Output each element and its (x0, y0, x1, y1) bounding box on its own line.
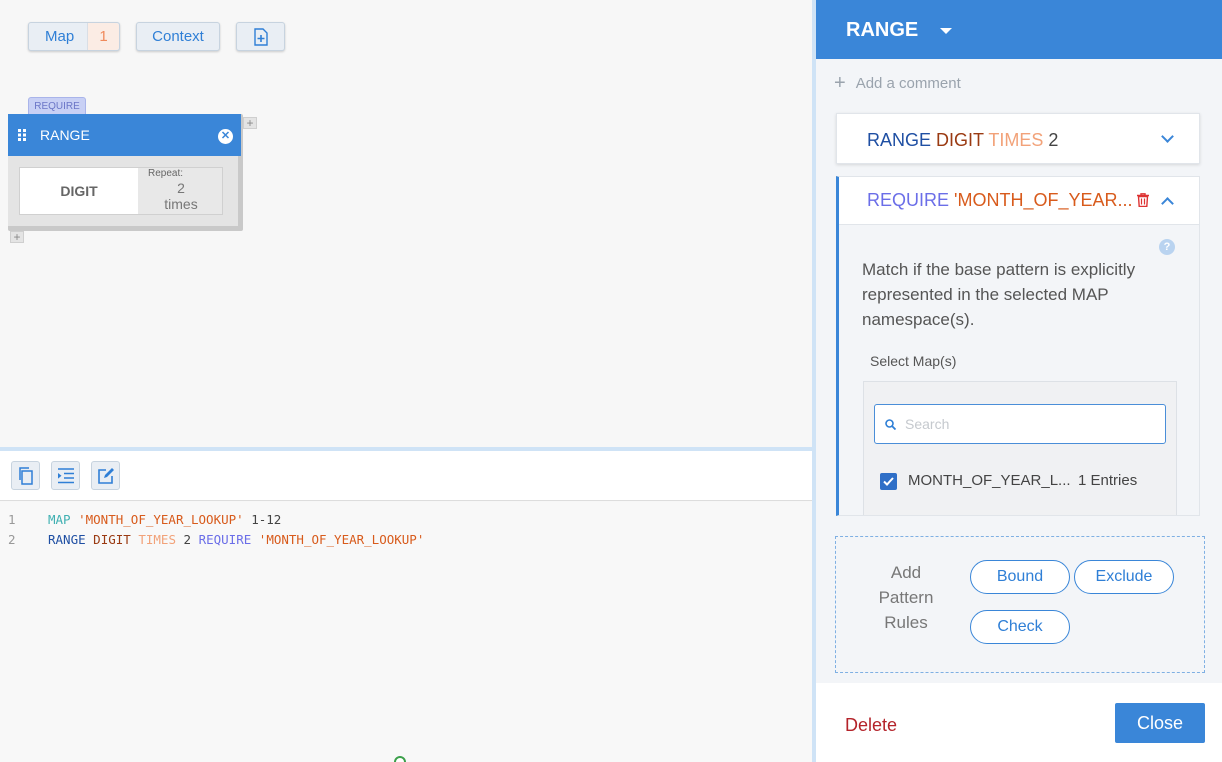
add-comment-label: Add a comment (855, 74, 961, 92)
add-file-button[interactable] (236, 22, 285, 51)
line-number: 2 (8, 532, 16, 547)
status-indicator (394, 756, 406, 762)
rule-keyword: TIMES (988, 130, 1044, 150)
map-selector: MONTH_OF_YEAR_L... 1 Entries (863, 381, 1177, 515)
require-rule-header[interactable]: REQUIRE 'MONTH_OF_YEAR... (839, 177, 1199, 225)
close-icon[interactable]: ✕ (218, 129, 233, 144)
rule-description: Match if the base pattern is explicitly … (862, 260, 1136, 329)
map-button-label: Map (45, 28, 75, 45)
rule-keyword: RANGE (867, 130, 932, 150)
search-field[interactable] (874, 404, 1166, 444)
map-name: MONTH_OF_YEAR_L... (908, 472, 1071, 489)
search-input[interactable] (905, 414, 1155, 434)
panel-header[interactable]: RANGE (816, 0, 1222, 59)
range-block-header: RANGE ✕ (8, 114, 241, 156)
panel-title: RANGE (846, 19, 919, 41)
help-icon[interactable]: ? (1159, 239, 1175, 255)
copy-icon (18, 466, 33, 485)
code-token: RANGE (48, 532, 86, 547)
repeat-count: 2 (177, 180, 185, 196)
require-tag[interactable]: REQUIRE (28, 97, 86, 115)
add-after-icon[interactable]: + (243, 117, 257, 129)
indent-icon (57, 467, 74, 483)
delete-button[interactable]: Delete (845, 715, 897, 736)
chevron-up-icon[interactable] (1161, 197, 1174, 210)
select-maps-label: Select Map(s) (870, 353, 957, 369)
code-token: DIGIT (93, 532, 131, 547)
code-token: TIMES (138, 532, 176, 547)
rule-value: 'MONTH_OF_YEAR... (954, 190, 1133, 210)
repeat-unit: times (164, 196, 198, 212)
context-button[interactable]: Context (136, 22, 220, 51)
range-block-title: RANGE (40, 127, 90, 143)
chevron-down-icon[interactable] (1161, 130, 1174, 143)
range-block-body: DIGIT Repeat: 2 times (19, 167, 223, 215)
drag-handle-icon[interactable] (18, 129, 26, 141)
line-number: 1 (8, 512, 16, 527)
repeat-value[interactable]: 2 times (148, 180, 214, 212)
map-checkbox[interactable] (880, 473, 897, 490)
edit-button[interactable] (91, 461, 120, 490)
map-button[interactable]: Map 1 (28, 22, 120, 51)
add-comment-link[interactable]: + Add a comment (834, 72, 961, 94)
search-icon (885, 419, 896, 430)
repeat-label: Repeat: (148, 168, 184, 179)
code-token: 2 (183, 532, 192, 547)
code-token: 'MONTH_OF_YEAR_LOOKUP' (78, 512, 244, 527)
rule-keyword: REQUIRE (867, 190, 950, 210)
add-pattern-rules: Add Pattern Rules Bound Exclude Check (835, 536, 1205, 673)
code-token: REQUIRE (198, 532, 252, 547)
code-line: 1 MAP 'MONTH_OF_YEAR_LOOKUP' 1-12 (0, 510, 281, 530)
panel-footer: Delete Close (816, 683, 1222, 762)
bound-button[interactable]: Bound (970, 560, 1070, 594)
plus-icon: + (834, 72, 846, 94)
map-count-badge: 1 (87, 23, 119, 50)
add-file-icon (253, 27, 268, 46)
range-rule-summary: RANGE DIGIT TIMES 2 (867, 130, 1058, 151)
close-button[interactable]: Close (1115, 703, 1205, 743)
pattern-canvas: Map 1 Context REQUIRE RANGE ✕ DIGIT Repe… (0, 0, 812, 447)
code-token: 'MONTH_OF_YEAR_LOOKUP' (258, 532, 425, 547)
digit-token[interactable]: DIGIT (20, 168, 138, 214)
code-token: MAP (48, 512, 71, 527)
context-button-label: Context (152, 28, 204, 45)
app-root: Map 1 Context REQUIRE RANGE ✕ DIGIT Repe… (0, 0, 1222, 762)
copy-button[interactable] (11, 461, 40, 490)
add-pattern-rules-label: Add Pattern Rules (878, 563, 934, 632)
code-token: 1-12 (251, 512, 282, 527)
require-rule-card: REQUIRE 'MONTH_OF_YEAR... ? Match if the… (836, 176, 1200, 516)
rule-value: 2 (1048, 130, 1059, 150)
require-rule-summary: REQUIRE 'MONTH_OF_YEAR... (867, 190, 1133, 211)
caret-down-icon[interactable] (940, 28, 952, 34)
trash-icon[interactable] (1137, 193, 1149, 207)
add-below-icon[interactable]: + (10, 231, 24, 243)
check-button[interactable]: Check (970, 610, 1070, 644)
map-entries: 1 Entries (1078, 472, 1138, 489)
properties-panel: RANGE + Add a comment RANGE DIGIT TIMES … (816, 0, 1222, 762)
edit-icon (97, 467, 114, 484)
exclude-button[interactable]: Exclude (1074, 560, 1174, 594)
code-line: 2 RANGE DIGIT TIMES 2 REQUIRE 'MONTH_OF_… (0, 530, 424, 550)
range-rule-card[interactable]: RANGE DIGIT TIMES 2 (836, 113, 1200, 164)
code-toolbar (0, 451, 812, 501)
range-block[interactable]: RANGE ✕ DIGIT Repeat: 2 times (8, 114, 243, 231)
code-editor[interactable]: 1 MAP 'MONTH_OF_YEAR_LOOKUP' 1-12 2 RANG… (0, 502, 812, 762)
rule-keyword: DIGIT (936, 130, 984, 150)
format-button[interactable] (51, 461, 80, 490)
checkmark-icon (883, 477, 894, 486)
